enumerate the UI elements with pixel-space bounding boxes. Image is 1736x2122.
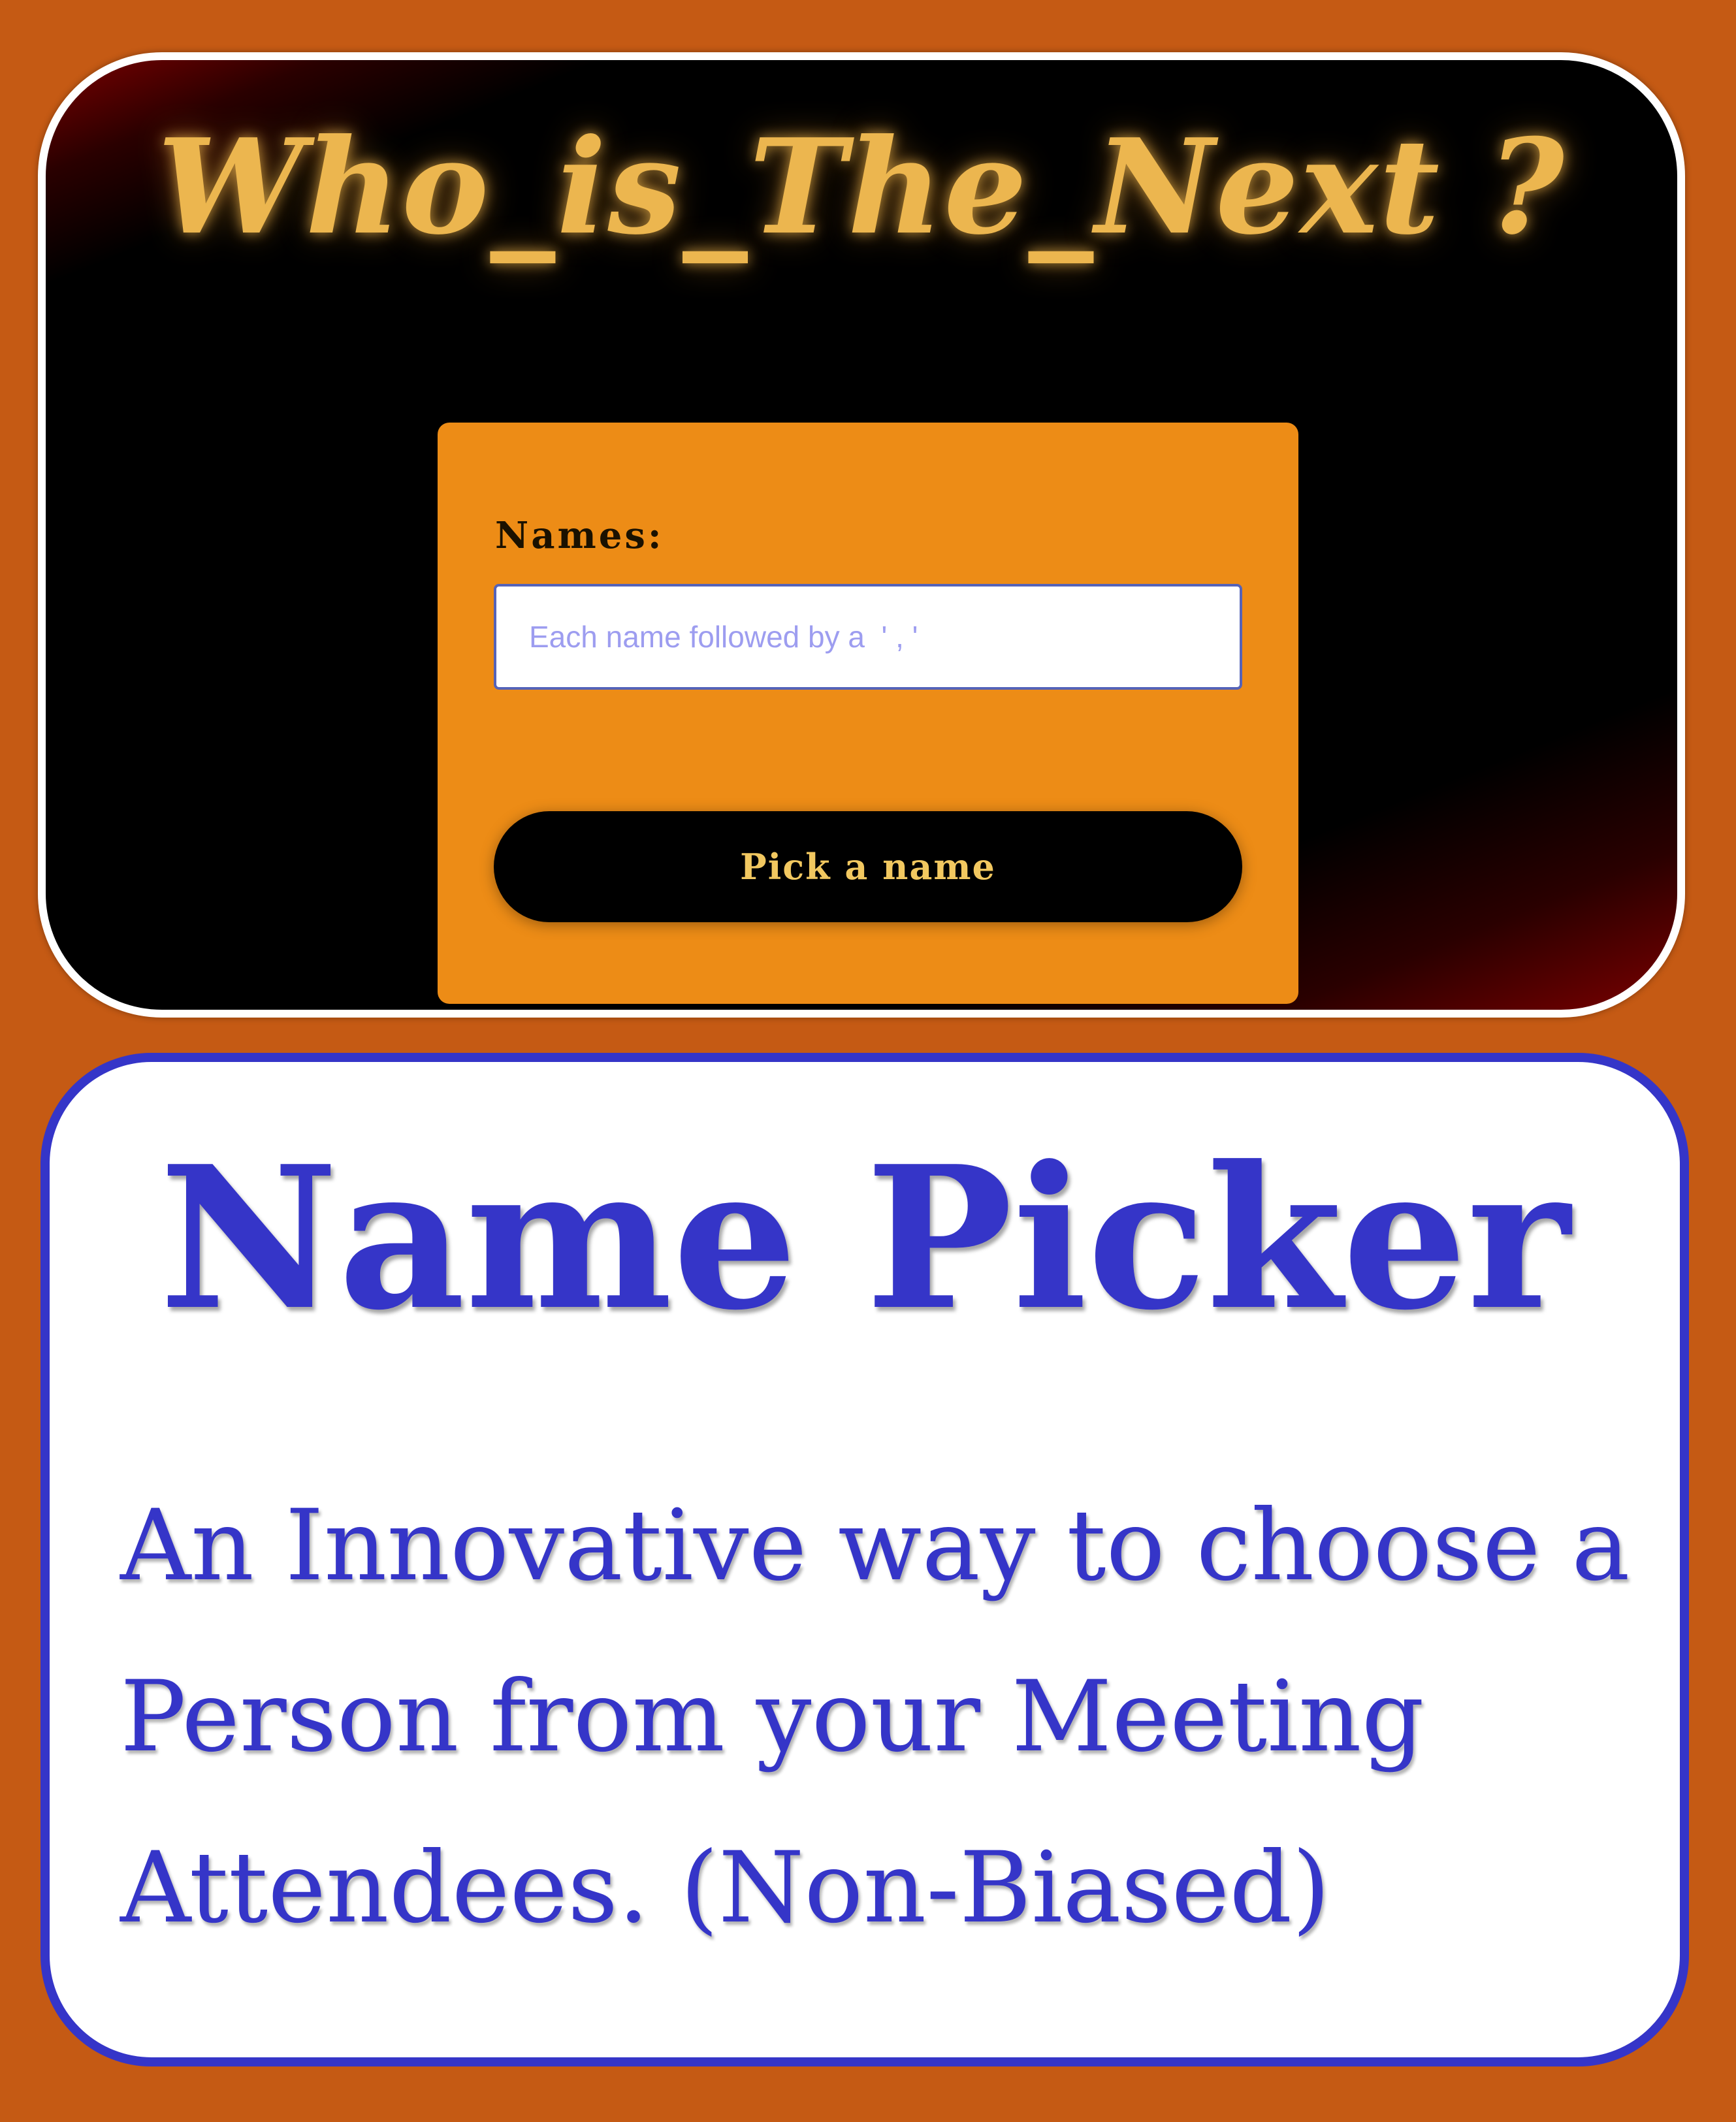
names-label: Names: (495, 514, 664, 557)
names-input[interactable] (494, 584, 1242, 690)
app-title: Who_is_The_Next ? (157, 110, 1566, 264)
pick-a-name-button[interactable]: Pick a name (494, 811, 1242, 922)
description-text: An Innovative way to choose a Person fro… (120, 1489, 1630, 1945)
name-form-panel: Names: Pick a name (438, 423, 1298, 1004)
app-screenshot-card: Who_is_The_Next ? Names: Pick a name (38, 52, 1685, 1018)
description-title: Name Picker (159, 1123, 1571, 1353)
description-card: Name Picker An Innovative way to choose … (40, 1053, 1689, 2066)
